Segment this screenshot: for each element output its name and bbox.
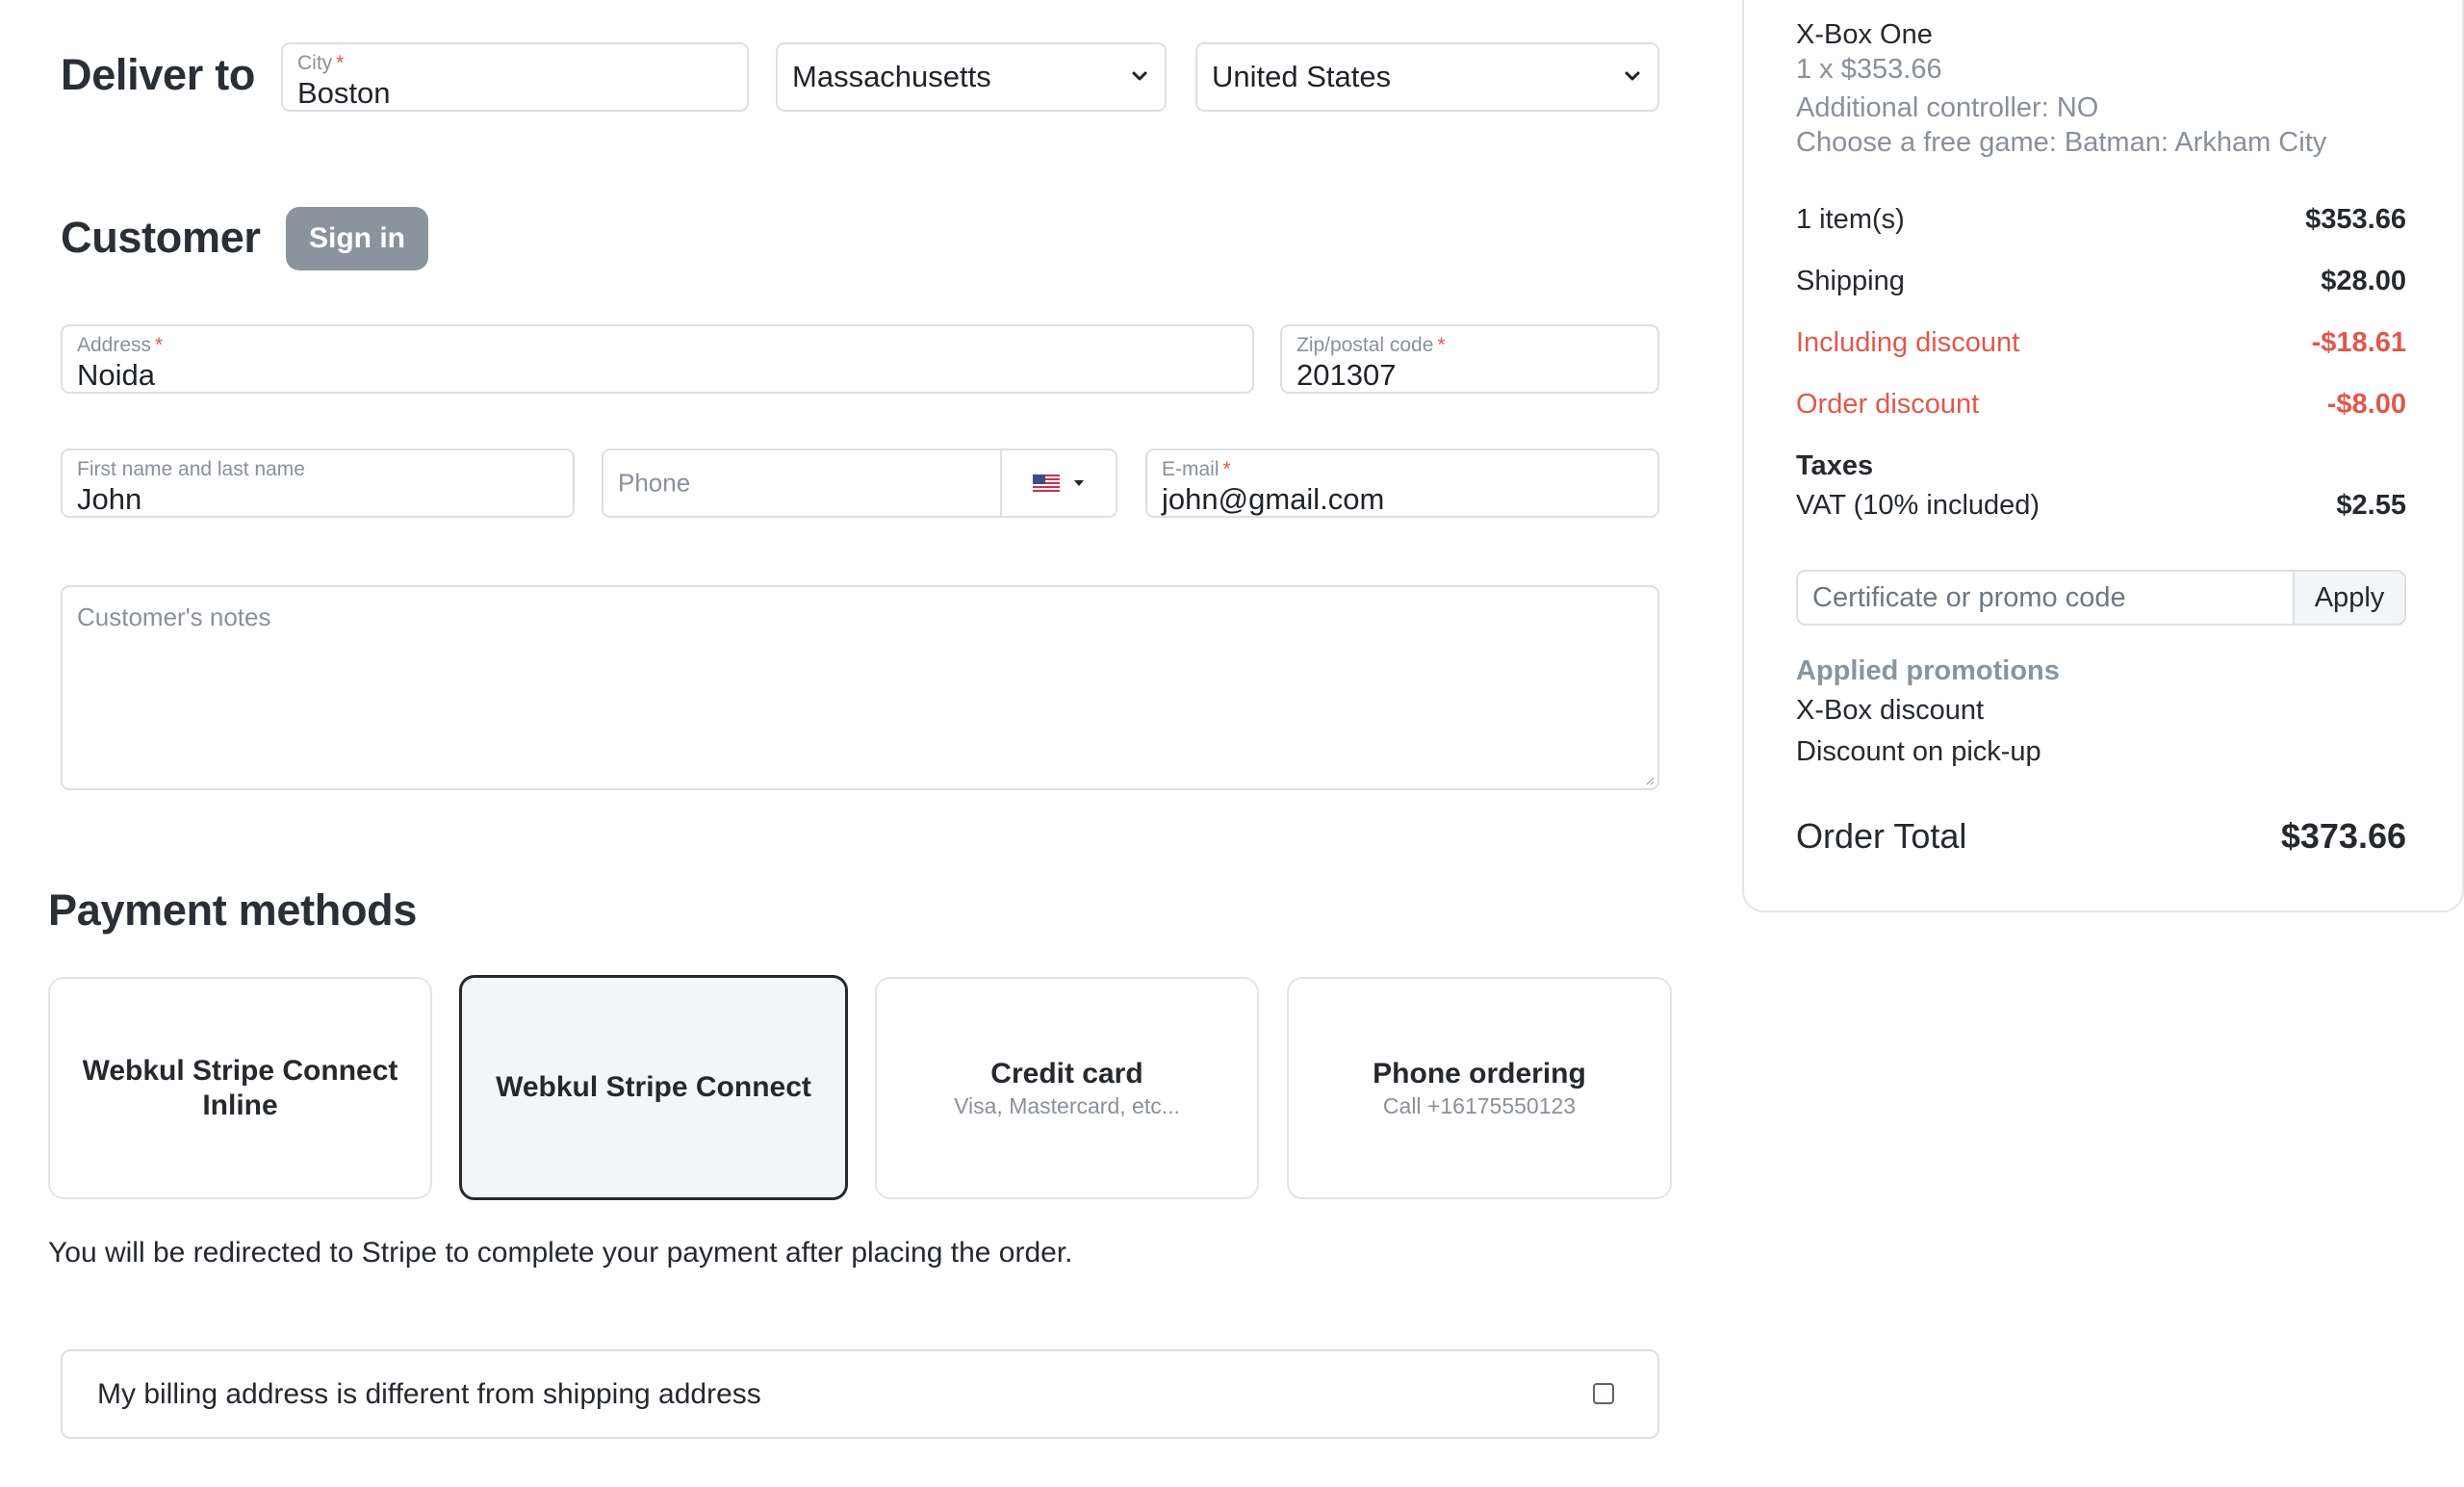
- billing-address-checkbox[interactable]: [1593, 1383, 1614, 1404]
- payment-method-subtitle: Visa, Mastercard, etc...: [954, 1093, 1180, 1118]
- payment-method-credit-card[interactable]: Credit card Visa, Mastercard, etc...: [875, 977, 1259, 1199]
- summary-amount: -$8.00: [2326, 389, 2406, 420]
- notes-placeholder: Customer's notes: [77, 602, 271, 631]
- payment-method-title: Webkul Stripe Connect: [496, 1071, 811, 1103]
- payment-method-title-line2: Inline: [202, 1089, 278, 1121]
- phone-placeholder: Phone: [618, 468, 691, 498]
- summary-label: 1 item(s): [1796, 204, 1905, 235]
- city-value: Boston: [297, 76, 391, 110]
- summary-including-discount-row: Including discount -$18.61: [1796, 327, 2406, 359]
- name-value: John: [77, 482, 142, 516]
- required-mark: *: [1437, 334, 1446, 356]
- summary-amount: $28.00: [2321, 266, 2406, 296]
- applied-promotions-heading: Applied promotions: [1796, 655, 2060, 686]
- product-option: Additional controller: NO: [1796, 92, 2099, 123]
- country-select[interactable]: United States: [1195, 42, 1659, 112]
- payment-method-title: Phone ordering: [1373, 1058, 1586, 1090]
- summary-amount: $353.66: [2305, 204, 2406, 235]
- payment-methods-heading: Payment methods: [48, 885, 418, 935]
- email-value: john@gmail.com: [1162, 482, 1385, 516]
- phone-field[interactable]: Phone: [602, 449, 1117, 518]
- address-field[interactable]: Address * Noida: [61, 324, 1254, 394]
- apply-promo-button[interactable]: Apply: [2293, 572, 2404, 624]
- city-label: City: [297, 52, 333, 74]
- product-name: X-Box One: [1796, 19, 1933, 50]
- resize-handle-icon[interactable]: [1645, 776, 1655, 785]
- customer-notes-textarea[interactable]: Customer's notes: [61, 585, 1659, 790]
- deliver-to-heading: Deliver to: [61, 50, 256, 99]
- promo-code-group: Certificate or promo code Apply: [1796, 570, 2406, 626]
- summary-amount: $2.55: [2336, 490, 2406, 521]
- address-value: Noida: [77, 358, 155, 392]
- order-total-amount: $373.66: [2280, 816, 2406, 856]
- chevron-down-icon: [1132, 71, 1147, 81]
- summary-vat-row: VAT (10% included) $2.55: [1796, 490, 2406, 522]
- summary-label: VAT (10% included): [1796, 490, 2040, 521]
- product-quantity: 1 x $353.66: [1796, 54, 1942, 85]
- billing-address-row[interactable]: My billing address is different from shi…: [61, 1349, 1659, 1439]
- country-value: United States: [1212, 60, 1392, 93]
- summary-label: Including discount: [1796, 327, 2020, 358]
- zip-value: 201307: [1296, 358, 1397, 392]
- state-select[interactable]: Massachusetts: [776, 42, 1167, 112]
- summary-items-row: 1 item(s) $353.66: [1796, 204, 2406, 236]
- zip-label: Zip/postal code: [1296, 334, 1434, 356]
- us-flag-icon: [1033, 474, 1060, 493]
- summary-amount: -$18.61: [2311, 327, 2406, 358]
- product-option: Choose a free game: Batman: Arkham City: [1796, 127, 2327, 158]
- summary-shipping-row: Shipping $28.00: [1796, 266, 2406, 297]
- summary-order-discount-row: Order discount -$8.00: [1796, 389, 2406, 421]
- required-mark: *: [1222, 458, 1231, 480]
- required-mark: *: [155, 334, 164, 356]
- applied-promotion-item: X-Box discount: [1796, 695, 1985, 726]
- payment-method-phone-ordering[interactable]: Phone ordering Call +16175550123: [1287, 977, 1672, 1199]
- name-label: First name and last name: [77, 458, 305, 480]
- taxes-heading: Taxes: [1796, 450, 1874, 481]
- sign-in-button[interactable]: Sign in: [286, 207, 428, 270]
- customer-heading: Customer: [61, 213, 261, 262]
- email-label: E-mail: [1162, 458, 1219, 480]
- summary-label: Order discount: [1796, 389, 1980, 420]
- payment-redirect-note: You will be redirected to Stripe to comp…: [48, 1237, 1073, 1269]
- caret-down-icon: [1074, 480, 1084, 486]
- payment-method-title: Webkul Stripe Connect: [82, 1054, 398, 1087]
- payment-method-subtitle: Call +16175550123: [1382, 1093, 1577, 1118]
- summary-label: Shipping: [1796, 266, 1905, 296]
- promo-code-input[interactable]: Certificate or promo code: [1798, 572, 2293, 624]
- address-label: Address: [77, 334, 152, 356]
- email-field[interactable]: E-mail * john@gmail.com: [1145, 449, 1659, 518]
- zip-field[interactable]: Zip/postal code * 201307: [1280, 324, 1659, 394]
- name-field[interactable]: First name and last name John: [61, 449, 575, 518]
- phone-country-selector[interactable]: [1000, 450, 1116, 516]
- applied-promotion-item: Discount on pick-up: [1796, 736, 2041, 767]
- order-total-row: Order Total $373.66: [1796, 816, 2406, 857]
- city-field[interactable]: City * Boston: [281, 42, 749, 112]
- promo-code-placeholder: Certificate or promo code: [1812, 581, 2126, 613]
- order-total-label: Order Total: [1796, 816, 1967, 856]
- state-value: Massachusetts: [792, 60, 991, 93]
- payment-method-stripe-inline[interactable]: Webkul Stripe Connect Inline: [48, 977, 432, 1199]
- chevron-down-icon: [1625, 71, 1640, 81]
- payment-method-stripe-connect[interactable]: Webkul Stripe Connect: [459, 975, 848, 1200]
- billing-address-label: My billing address is different from shi…: [97, 1377, 761, 1410]
- required-mark: *: [336, 52, 345, 74]
- payment-method-title: Credit card: [990, 1058, 1143, 1090]
